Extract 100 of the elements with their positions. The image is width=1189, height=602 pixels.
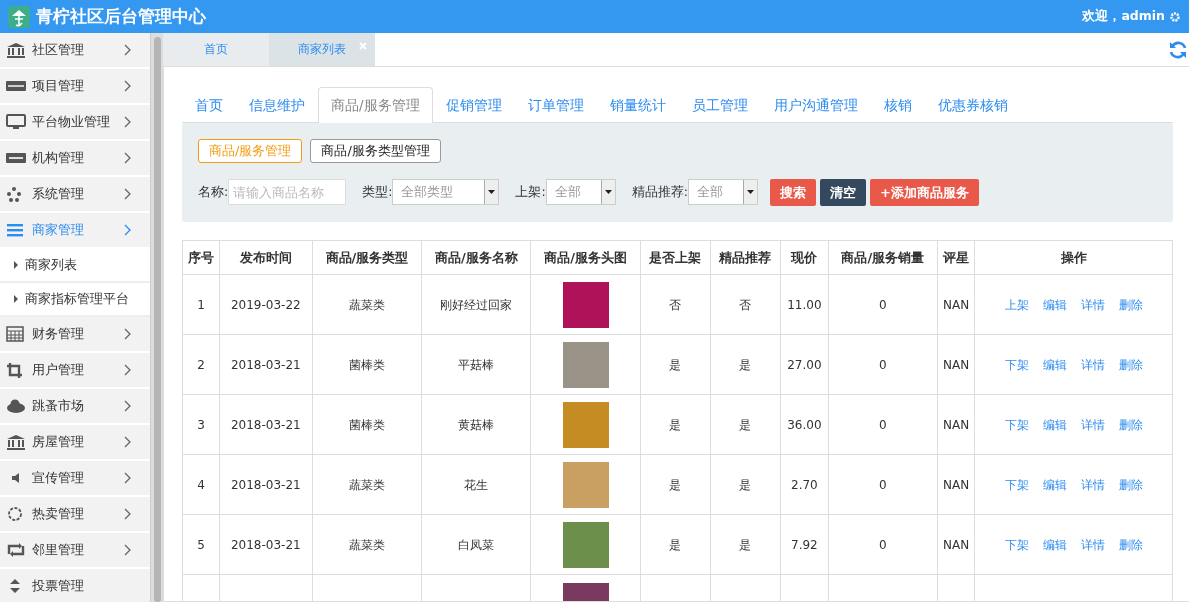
action-link[interactable]: 下架 [1004, 417, 1029, 432]
app-title: 青柠社区后台管理中心 [36, 4, 206, 28]
chevron-right-icon [123, 364, 132, 376]
page-tab[interactable]: 商家列表 [269, 33, 375, 66]
name-input[interactable]: 请输入商品名称 [228, 179, 347, 206]
column-header: 操作 [974, 240, 1173, 275]
action-link[interactable]: 上架 [1004, 297, 1029, 312]
tab[interactable]: 订单管理 [514, 86, 597, 123]
action-link[interactable]: 删除 [1118, 477, 1143, 492]
table-cell: 菌棒类 [312, 334, 422, 395]
tab[interactable]: 商品/服务管理 [318, 86, 433, 124]
tab[interactable]: 用户沟通管理 [760, 86, 871, 123]
action-link[interactable]: 编辑 [1042, 477, 1067, 492]
action-link[interactable]: 编辑 [1042, 537, 1067, 552]
table-cell: 7.92 [780, 514, 829, 575]
action-link[interactable]: 下架 [1004, 537, 1029, 552]
action-link[interactable]: 详情 [1080, 417, 1105, 432]
house-logo-icon [8, 5, 30, 28]
table-cell: 1 [182, 274, 220, 335]
close-icon[interactable] [359, 42, 367, 50]
chevron-right-icon [123, 224, 132, 236]
table-cell: 是 [710, 334, 781, 395]
bank-icon [6, 434, 26, 450]
card-icon [6, 78, 26, 94]
table-cell: 是 [640, 394, 711, 455]
column-header: 商品/服务类型 [312, 240, 422, 275]
action-link[interactable]: 下架 [1004, 477, 1029, 492]
action-link[interactable]: 编辑 [1042, 297, 1067, 312]
chevron-right-icon [123, 328, 132, 340]
action-button[interactable]: +添加商品服务 [869, 178, 979, 207]
caret-down-icon [604, 190, 612, 195]
column-header: 发布时间 [219, 240, 313, 275]
chevron-right-icon [123, 116, 132, 128]
action-link[interactable]: 删除 [1118, 417, 1143, 432]
chevron-right-icon [123, 436, 132, 448]
photo-placeholder [562, 281, 609, 328]
chevron-right-icon [123, 508, 132, 520]
chevron-right-icon [123, 152, 132, 164]
action-link[interactable]: 编辑 [1042, 357, 1067, 372]
action-button[interactable]: 搜索 [769, 178, 816, 207]
table-cell: 是 [710, 454, 781, 515]
card-icon [6, 150, 26, 166]
tab[interactable]: 促销管理 [432, 86, 515, 123]
table-cell: 0 [828, 514, 938, 575]
submenu-item[interactable]: 商家指标管理平台 [0, 283, 150, 317]
table-cell: NAN [937, 274, 975, 335]
select-field[interactable]: 全部类型 [392, 179, 500, 206]
select-field[interactable]: 全部 [545, 179, 616, 206]
action-link[interactable]: 详情 [1080, 357, 1105, 372]
table-cell: 0 [828, 454, 938, 515]
monitor-icon [6, 114, 26, 130]
sub-tab[interactable]: 商品/服务类型管理 [310, 139, 441, 163]
column-header: 商品/服务销量 [828, 240, 938, 275]
table-cell: 36.00 [780, 394, 829, 455]
refresh-icon [1169, 41, 1187, 59]
table-cell: 是 [640, 514, 711, 575]
table-cell: 是 [640, 454, 711, 515]
table-cell: 2018-03-21 [219, 394, 313, 455]
table-cell: 蔬菜类 [312, 274, 422, 335]
table-cell: 蔬菜类 [312, 454, 422, 515]
filter-label: 上架: [515, 182, 546, 201]
table-cell: 蔬菜类 [312, 514, 422, 575]
action-link[interactable]: 详情 [1080, 477, 1105, 492]
table-cell: 2018-03-21 [219, 334, 313, 395]
table-cell: 黄菇棒 [421, 394, 531, 455]
tab[interactable]: 首页 [182, 86, 236, 123]
tab[interactable]: 销量统计 [596, 86, 679, 123]
table-cell: 2018-03-21 [219, 514, 313, 575]
table-cell: 2018-03-21 [219, 454, 313, 515]
chevron-right-icon [123, 80, 132, 92]
action-link[interactable]: 删除 [1118, 297, 1143, 312]
action-button[interactable]: 清空 [819, 178, 866, 207]
column-header: 精品推荐 [710, 240, 781, 275]
user-greeting[interactable]: 欢迎，admin [1082, 7, 1165, 26]
tab[interactable]: 优惠券核销 [924, 86, 1021, 123]
tab[interactable]: 员工管理 [678, 86, 761, 123]
page-tab[interactable]: 首页 [163, 33, 269, 66]
select-field[interactable]: 全部 [687, 179, 758, 206]
column-header: 序号 [182, 240, 220, 275]
action-link[interactable]: 删除 [1118, 537, 1143, 552]
table-cell: 是 [640, 334, 711, 395]
table-cell: NAN [937, 454, 975, 515]
action-link[interactable]: 删除 [1118, 357, 1143, 372]
action-link[interactable]: 详情 [1080, 297, 1105, 312]
action-link[interactable]: 详情 [1080, 537, 1105, 552]
table-cell: 是 [710, 514, 781, 575]
action-link[interactable]: 下架 [1004, 357, 1029, 372]
photo-placeholder [562, 521, 609, 568]
scrollbar[interactable] [150, 33, 163, 602]
sub-tab[interactable]: 商品/服务管理 [198, 139, 303, 163]
scrollbar-thumb[interactable] [153, 37, 161, 602]
column-header: 评星 [937, 240, 975, 275]
table-cell: 2 [182, 334, 220, 395]
speaker-icon [12, 473, 19, 483]
tab[interactable]: 核销 [870, 86, 925, 123]
chevron-right-icon [123, 400, 132, 412]
action-link[interactable]: 编辑 [1042, 417, 1067, 432]
tab[interactable]: 信息维护 [236, 86, 318, 123]
calculator-icon [6, 326, 26, 342]
submenu-item[interactable]: 商家列表 [0, 249, 150, 283]
